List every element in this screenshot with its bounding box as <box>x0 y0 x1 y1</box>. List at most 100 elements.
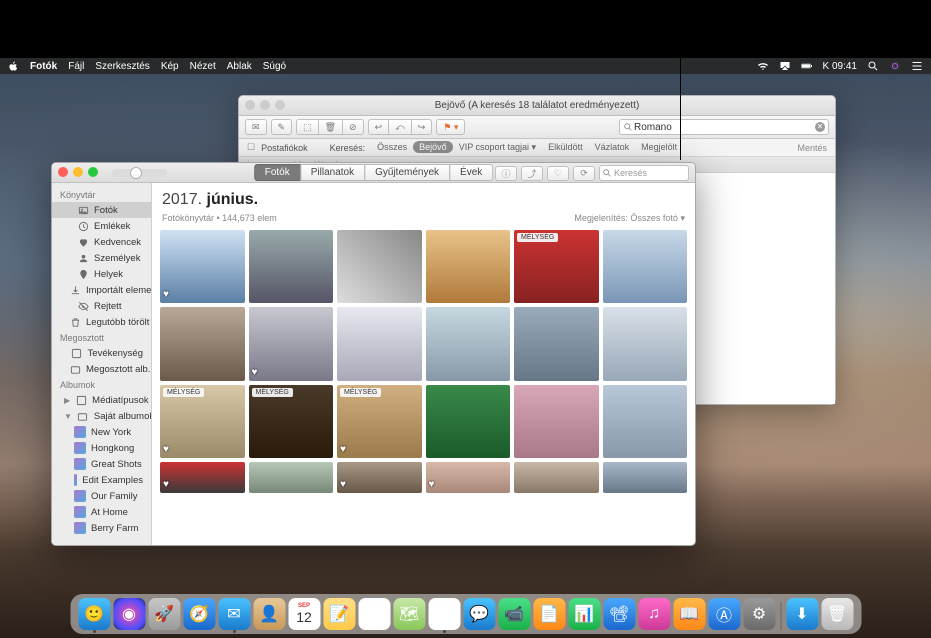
sidebar-album-item[interactable]: At Home <box>52 504 151 520</box>
sidebar-album-item[interactable]: New York <box>52 424 151 440</box>
sidebar-item[interactable]: Legutóbb törölt <box>52 314 151 330</box>
dock-keynote[interactable]: 📽 <box>603 598 635 630</box>
sidebar-item[interactable]: Importált elemek <box>52 282 151 298</box>
photo-thumbnail[interactable]: ♥ <box>426 462 511 492</box>
dock-trash[interactable]: 🗑 <box>821 598 853 630</box>
traffic-close[interactable] <box>245 100 255 110</box>
photos-titlebar[interactable]: FotókPillanatokGyűjteményekÉvek ⓘ ⤴ ♡ ⟳ … <box>52 163 695 183</box>
photo-thumbnail[interactable]: MÉLYSÉG♥ <box>337 385 422 458</box>
photo-thumbnail[interactable] <box>426 307 511 380</box>
view-tab[interactable]: Évek <box>449 164 493 181</box>
notification-center-icon[interactable] <box>911 60 923 72</box>
view-tab[interactable]: Fotók <box>254 164 301 181</box>
menubar-item[interactable]: Kép <box>161 61 179 72</box>
dock-messages[interactable]: 💬 <box>463 598 495 630</box>
display-filter[interactable]: Megjelenítés: Összes fotó ▾ <box>574 213 685 224</box>
disclosure-triangle-icon[interactable]: ▼ <box>64 412 72 421</box>
search-scope-chip[interactable]: VIP csoport tagjai ▾ <box>453 141 542 153</box>
sidebar-album-item[interactable]: Berry Farm <box>52 520 151 536</box>
forward-button[interactable]: ↪ <box>411 119 433 135</box>
photo-thumbnail[interactable] <box>603 462 688 492</box>
dock-appstore[interactable]: Ⓐ <box>708 598 740 630</box>
photo-thumbnail[interactable] <box>249 462 334 492</box>
mail-search-field[interactable]: Romano ✕ <box>619 119 829 135</box>
reply-all-button[interactable]: ⤺ <box>388 119 412 135</box>
photo-thumbnail[interactable] <box>603 307 688 380</box>
dock-notes[interactable]: 📝 <box>323 598 355 630</box>
junk-button[interactable]: ⊘ <box>342 119 364 135</box>
sidebar-item[interactable]: ▶Médiatípusok <box>52 392 151 408</box>
sidebar-item[interactable]: ▼Saját albumok <box>52 408 151 424</box>
spotlight-icon[interactable] <box>867 60 879 72</box>
photo-thumbnail[interactable] <box>603 385 688 458</box>
search-scope-chip[interactable]: Összes <box>371 141 413 153</box>
sidebar-item[interactable]: Helyek <box>52 266 151 282</box>
view-tab[interactable]: Pillanatok <box>300 164 365 181</box>
siri-icon[interactable] <box>889 60 901 72</box>
dock-facetime[interactable]: 📹 <box>498 598 530 630</box>
sidebar-album-item[interactable]: Hongkong <box>52 440 151 456</box>
photo-thumbnail[interactable]: ♥ <box>337 462 422 492</box>
photo-thumbnail[interactable]: MÉLYSÉG <box>514 230 599 303</box>
dock-photos[interactable]: ✿ <box>428 598 460 630</box>
wifi-icon[interactable] <box>757 60 769 72</box>
dock-safari[interactable]: 🧭 <box>183 598 215 630</box>
traffic-minimize[interactable] <box>73 167 83 177</box>
photo-thumbnail[interactable]: MÉLYSÉG♥ <box>160 385 245 458</box>
get-mail-button[interactable]: ✉︎ <box>245 119 267 135</box>
menubar-item[interactable]: Ablak <box>227 61 252 72</box>
menubar-item[interactable]: Súgó <box>263 61 286 72</box>
photo-thumbnail[interactable] <box>514 307 599 380</box>
photo-thumbnail[interactable]: ♥ <box>160 462 245 492</box>
photo-thumbnail[interactable] <box>603 230 688 303</box>
disclosure-triangle-icon[interactable]: ▶ <box>64 396 70 405</box>
dock-reminders[interactable]: ☑︎ <box>358 598 390 630</box>
dock-numbers[interactable]: 📊 <box>568 598 600 630</box>
sidebar-item[interactable]: Rejtett <box>52 298 151 314</box>
sidebar-item[interactable]: Kedvencek <box>52 234 151 250</box>
reply-button[interactable]: ↩ <box>368 119 390 135</box>
photo-thumbnail[interactable] <box>337 307 422 380</box>
battery-icon[interactable] <box>801 60 813 72</box>
photo-thumbnail[interactable]: ♥ <box>160 230 245 303</box>
sidebar-item[interactable]: Személyek <box>52 250 151 266</box>
search-scope-chip[interactable]: Bejövő <box>413 141 453 153</box>
save-search-button[interactable]: Mentés <box>797 143 827 153</box>
apple-menu-icon[interactable] <box>8 61 19 72</box>
photo-thumbnail[interactable] <box>337 230 422 303</box>
dock-launchpad[interactable]: 🚀 <box>148 598 180 630</box>
traffic-zoom[interactable] <box>275 100 285 110</box>
traffic-minimize[interactable] <box>260 100 270 110</box>
traffic-close[interactable] <box>58 167 68 177</box>
rotate-button[interactable]: ⟳ <box>573 166 595 181</box>
dock-ibooks[interactable]: 📖 <box>673 598 705 630</box>
traffic-zoom[interactable] <box>88 167 98 177</box>
mail-titlebar[interactable]: Bejövő (A keresés 18 találatot eredménye… <box>239 96 835 116</box>
share-button[interactable]: ⤴ <box>521 166 543 181</box>
photo-thumbnail[interactable]: MÉLYSÉG <box>249 385 334 458</box>
photo-thumbnail[interactable] <box>426 385 511 458</box>
view-tab[interactable]: Gyűjtemények <box>364 164 450 181</box>
photo-thumbnail[interactable]: ♥ <box>249 307 334 380</box>
menubar-app-name[interactable]: Fotók <box>30 61 57 72</box>
dock-preferences[interactable]: ⚙︎ <box>743 598 775 630</box>
favorite-button[interactable]: ♡ <box>547 166 569 181</box>
compose-button[interactable]: ✎ <box>271 119 293 135</box>
dock-calendar[interactable]: SEP12 <box>288 598 320 630</box>
sidebar-album-item[interactable]: Edit Examples <box>52 472 151 488</box>
menubar-item[interactable]: Nézet <box>190 61 216 72</box>
dock-finder[interactable]: 🙂 <box>78 598 110 630</box>
menubar-item[interactable]: Fájl <box>68 61 84 72</box>
zoom-slider[interactable] <box>112 169 167 177</box>
dock-contacts[interactable]: 👤 <box>253 598 285 630</box>
dock-itunes[interactable]: ♫ <box>638 598 670 630</box>
photo-thumbnail[interactable] <box>160 307 245 380</box>
delete-button[interactable]: 🗑 <box>318 119 343 135</box>
mailboxes-label[interactable]: Postafiókok <box>261 143 308 153</box>
sidebar-item[interactable]: Emlékek <box>52 218 151 234</box>
menubar-item[interactable]: Szerkesztés <box>95 61 149 72</box>
dock-mail[interactable]: ✉︎ <box>218 598 250 630</box>
dock-maps[interactable]: 🗺 <box>393 598 425 630</box>
sidebar-album-item[interactable]: Great Shots <box>52 456 151 472</box>
search-scope-chip[interactable]: Megjelölt <box>635 141 683 153</box>
